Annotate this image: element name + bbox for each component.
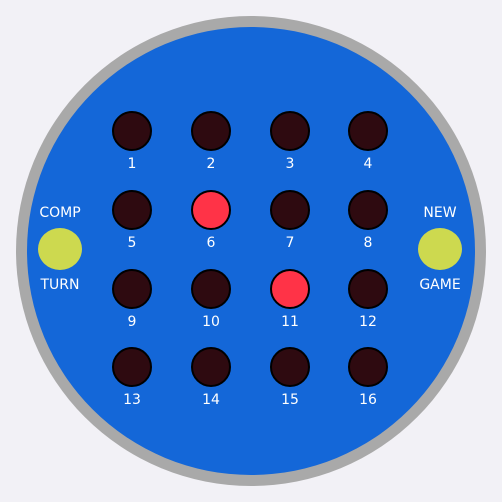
peg-number-label: 7 (285, 235, 295, 251)
peg-cell-3[interactable]: 3 (262, 111, 322, 181)
lit-peg-icon[interactable] (270, 269, 310, 309)
peg-number-label: 8 (363, 235, 373, 251)
peg-cell-2[interactable]: 2 (183, 111, 243, 181)
unlit-peg-icon[interactable] (348, 190, 388, 230)
peg-cell-5[interactable]: 5 (104, 190, 164, 260)
peg-number-label: 3 (285, 156, 295, 172)
peg-cell-6[interactable]: 6 (183, 190, 243, 260)
peg-number-label: 9 (127, 314, 137, 330)
unlit-peg-icon[interactable] (191, 269, 231, 309)
unlit-peg-icon[interactable] (112, 190, 152, 230)
peg-number-label: 16 (359, 392, 377, 408)
unlit-peg-icon[interactable] (191, 111, 231, 151)
peg-number-label: 12 (359, 314, 377, 330)
peg-cell-12[interactable]: 12 (340, 269, 400, 339)
peg-number-label: 1 (127, 156, 137, 172)
game-stage: COMP TURN NEW GAME 1 2 3 4 5 6 7 8 9 10 11 12 13 14 15… (0, 0, 502, 502)
peg-number-label: 6 (206, 235, 216, 251)
peg-cell-10[interactable]: 10 (183, 269, 243, 339)
peg-cell-7[interactable]: 7 (262, 190, 322, 260)
peg-cell-14[interactable]: 14 (183, 347, 243, 417)
comp-turn-label-top: COMP (39, 205, 81, 221)
peg-cell-8[interactable]: 8 (340, 190, 400, 260)
unlit-peg-icon[interactable] (270, 347, 310, 387)
peg-number-label: 4 (363, 156, 373, 172)
lit-peg-icon[interactable] (191, 190, 231, 230)
peg-cell-1[interactable]: 1 (104, 111, 164, 181)
peg-cell-9[interactable]: 9 (104, 269, 164, 339)
new-game-label-top: NEW (423, 205, 457, 221)
peg-number-label: 14 (202, 392, 220, 408)
unlit-peg-icon[interactable] (270, 111, 310, 151)
peg-number-label: 13 (123, 392, 141, 408)
unlit-peg-icon[interactable] (348, 269, 388, 309)
peg-cell-13[interactable]: 13 (104, 347, 164, 417)
unlit-peg-icon[interactable] (348, 111, 388, 151)
peg-number-label: 10 (202, 314, 220, 330)
comp-turn-button[interactable] (38, 228, 82, 270)
peg-cell-11[interactable]: 11 (262, 269, 322, 339)
unlit-peg-icon[interactable] (112, 269, 152, 309)
game-board (27, 27, 475, 475)
unlit-peg-icon[interactable] (112, 111, 152, 151)
unlit-peg-icon[interactable] (270, 190, 310, 230)
new-game-label-bottom: GAME (419, 277, 461, 293)
unlit-peg-icon[interactable] (191, 347, 231, 387)
peg-cell-16[interactable]: 16 (340, 347, 400, 417)
unlit-peg-icon[interactable] (112, 347, 152, 387)
peg-number-label: 5 (127, 235, 137, 251)
peg-cell-15[interactable]: 15 (262, 347, 322, 417)
comp-turn-label-bottom: TURN (40, 277, 80, 293)
new-game-button[interactable] (418, 228, 462, 270)
peg-number-label: 15 (281, 392, 299, 408)
peg-number-label: 2 (206, 156, 216, 172)
unlit-peg-icon[interactable] (348, 347, 388, 387)
peg-cell-4[interactable]: 4 (340, 111, 400, 181)
peg-number-label: 11 (281, 314, 299, 330)
